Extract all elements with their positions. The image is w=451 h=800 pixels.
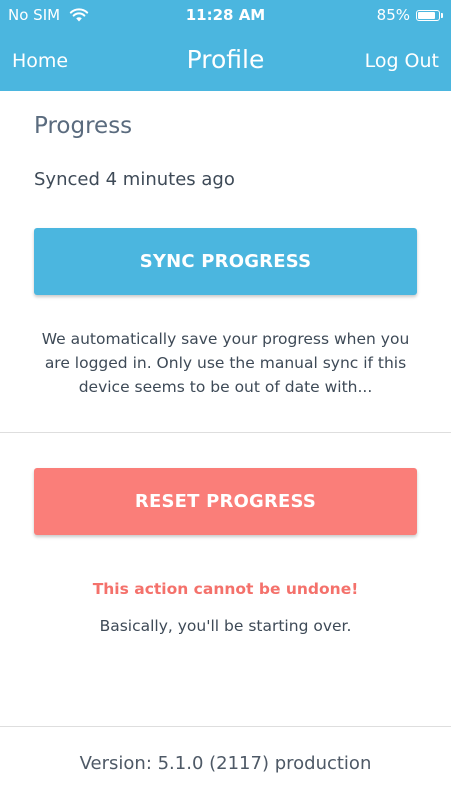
- reset-warning: This action cannot be undone!: [92, 580, 359, 598]
- progress-heading: Progress: [34, 113, 133, 139]
- version-label: Version: 5.1.0 (2117) production: [79, 753, 372, 774]
- sync-note: We automatically save your progress when…: [41, 330, 410, 396]
- divider: [0, 432, 451, 433]
- sync-status-text: Synced 4 minutes ago: [34, 169, 235, 190]
- reset-progress-button[interactable]: RESET PROGRESS: [34, 468, 417, 535]
- status-bar: No SIM 11:28 AM 85%: [0, 0, 451, 30]
- logout-button[interactable]: Log Out: [365, 50, 439, 72]
- battery-icon: [416, 9, 440, 21]
- battery-fill: [418, 11, 435, 19]
- reset-note: Basically, you'll be starting over.: [99, 617, 352, 635]
- status-right: 85%: [377, 6, 443, 24]
- battery-tip: [441, 12, 443, 18]
- footer-divider: [0, 726, 451, 727]
- battery-percentage: 85%: [376, 6, 410, 24]
- sync-progress-button[interactable]: SYNC PROGRESS: [34, 228, 417, 295]
- app-header: No SIM 11:28 AM 85% Home Profile Log Out: [0, 0, 451, 91]
